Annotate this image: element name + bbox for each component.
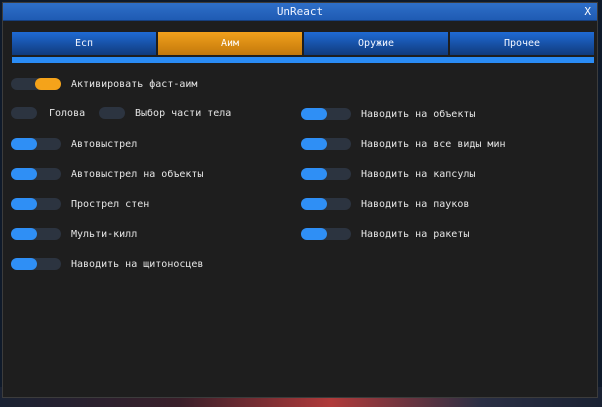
- aim-objects-label: Наводить на объекты: [361, 108, 476, 120]
- aim-mines-label: Наводить на все виды мин: [361, 138, 506, 150]
- aim-capsules-label: Наводить на капсулы: [361, 168, 476, 180]
- left-option-row: Автовыстрел на объекты: [11, 167, 203, 181]
- right-option-row: Наводить на все виды мин: [301, 137, 506, 151]
- tab-bar: Есп Аим Оружие Прочее: [12, 32, 594, 55]
- cheat-menu-window: UnReact X Есп Аим Оружие Прочее Активиро…: [2, 2, 598, 398]
- left-option-row: Мульти-килл: [11, 227, 137, 241]
- aim-spiders-toggle[interactable]: [301, 198, 351, 210]
- toggle-knob: [11, 138, 37, 150]
- body-part-toggle[interactable]: [99, 107, 125, 119]
- wallbang-toggle[interactable]: [11, 198, 61, 210]
- head-row: Голова: [11, 106, 85, 120]
- toggle-knob: [301, 228, 327, 240]
- toggle-knob: [301, 198, 327, 210]
- multi-kill-label: Мульти-килл: [71, 228, 138, 240]
- close-button[interactable]: X: [584, 3, 591, 20]
- left-option-row: Автовыстрел: [11, 137, 137, 151]
- head-toggle[interactable]: [11, 107, 37, 119]
- tab-underline: [12, 57, 594, 63]
- toggle-knob: [11, 258, 37, 270]
- head-label: Голова: [49, 107, 86, 119]
- body-part-label: Выбор части тела: [135, 107, 232, 119]
- auto-fire-toggle[interactable]: [11, 138, 61, 150]
- fast-aim-toggle[interactable]: [11, 78, 61, 90]
- left-option-row: Наводить на щитоносцев: [11, 257, 203, 271]
- aim-capsules-toggle[interactable]: [301, 168, 351, 180]
- aim-rockets-toggle[interactable]: [301, 228, 351, 240]
- toggle-knob: [11, 228, 37, 240]
- toggle-knob: [11, 198, 37, 210]
- right-option-row: Наводить на пауков: [301, 197, 469, 211]
- aim-rockets-label: Наводить на ракеты: [361, 228, 470, 240]
- right-option-row: Наводить на капсулы: [301, 167, 475, 181]
- fast-aim-label: Активировать фаст-аим: [71, 78, 198, 90]
- window-title: UnReact: [276, 5, 324, 18]
- toggle-knob: [301, 138, 327, 150]
- tab-aim[interactable]: Аим: [158, 32, 302, 55]
- wallbang-label: Прострел стен: [71, 198, 150, 210]
- tab-esp[interactable]: Есп: [12, 32, 156, 55]
- title-bar[interactable]: UnReact X: [3, 3, 597, 21]
- fast-aim-row: Активировать фаст-аим: [11, 77, 197, 91]
- auto-fire-label: Автовыстрел: [71, 138, 138, 150]
- auto-fire-objects-label: Автовыстрел на объекты: [71, 168, 204, 180]
- auto-fire-objects-toggle[interactable]: [11, 168, 61, 180]
- toggle-knob: [301, 168, 327, 180]
- aim-shield-bearers-label: Наводить на щитоносцев: [71, 258, 204, 270]
- toggle-knob: [301, 108, 327, 120]
- aim-shield-bearers-toggle[interactable]: [11, 258, 61, 270]
- aim-mines-toggle[interactable]: [301, 138, 351, 150]
- body-part-row: Выбор части тела: [99, 106, 231, 120]
- aim-spiders-label: Наводить на пауков: [361, 198, 470, 210]
- toggle-knob: [35, 78, 61, 90]
- toggle-knob: [11, 168, 37, 180]
- multi-kill-toggle[interactable]: [11, 228, 61, 240]
- tab-weapons[interactable]: Оружие: [304, 32, 448, 55]
- aim-objects-toggle[interactable]: [301, 108, 351, 120]
- right-option-row: Наводить на ракеты: [301, 227, 469, 241]
- right-option-row: Наводить на объекты: [301, 107, 475, 121]
- tab-other[interactable]: Прочее: [450, 32, 594, 55]
- left-option-row: Прострел стен: [11, 197, 149, 211]
